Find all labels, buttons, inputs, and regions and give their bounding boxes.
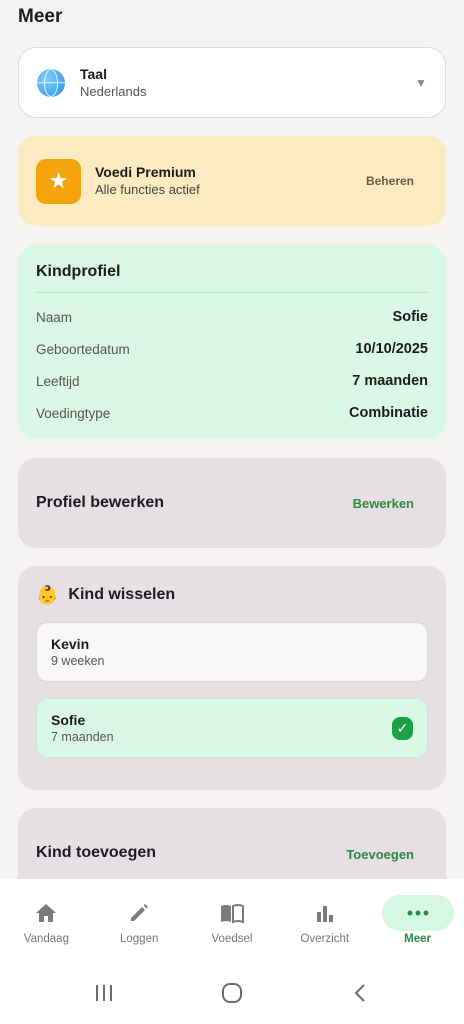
nav-label: Vandaag (23, 933, 69, 945)
child-profile-card: Kindprofiel Naam Sofie Geboortedatum 10/… (18, 244, 446, 439)
profile-row-birthdate: Geboortedatum 10/10/2025 (36, 333, 428, 365)
language-label: Taal (80, 65, 107, 82)
add-child-button[interactable]: Toevoegen (332, 841, 428, 868)
recent-apps-icon[interactable] (84, 978, 124, 1008)
page-title: Meer (18, 6, 63, 27)
premium-card: ★ Voedi Premium Alle functies actief Beh… (18, 136, 446, 226)
checkmark-icon: ✓ (392, 716, 413, 740)
edit-profile-button[interactable]: Bewerken (339, 490, 428, 517)
child-age: 7 maanden (51, 729, 114, 744)
pencil-icon (103, 895, 175, 931)
child-profile-title: Kindprofiel (36, 263, 121, 280)
profile-row-feeding-type: Voedingtype Combinatie (36, 397, 428, 429)
profile-row-label: Naam (36, 309, 73, 325)
profile-row-value: 10/10/2025 (355, 341, 428, 357)
bottom-navigation: Vandaag Loggen Voedsel Overzicht Meer (0, 879, 464, 961)
add-child-title: Kind toevoegen (36, 844, 157, 861)
home-icon (10, 895, 82, 931)
language-selector[interactable]: Taal Nederlands ▼ (18, 47, 446, 118)
profile-row-age: Leeftijd 7 maanden (36, 365, 428, 397)
nav-item-meer[interactable]: Meer (373, 895, 463, 961)
bar-chart-icon (289, 895, 361, 931)
nav-item-voedsel[interactable]: Voedsel (187, 895, 277, 961)
edit-profile-card: Profiel bewerken Bewerken (18, 458, 446, 548)
baby-icon: 👶 (36, 584, 59, 605)
manage-premium-button[interactable]: Beheren (352, 168, 428, 194)
divider (36, 292, 428, 293)
book-icon (196, 895, 268, 931)
child-name: Kevin (51, 635, 90, 652)
globe-icon (37, 68, 65, 97)
profile-row-label: Leeftijd (36, 373, 80, 389)
chevron-down-icon[interactable]: ▼ (415, 76, 427, 90)
nav-item-overzicht[interactable]: Overzicht (280, 895, 370, 961)
switch-child-title: Kind wisselen (68, 586, 176, 603)
more-icon (381, 895, 454, 931)
child-item-kevin[interactable]: Kevin 9 weeken (36, 622, 428, 682)
nav-label: Voedsel (211, 933, 253, 945)
nav-label: Meer (404, 933, 431, 945)
child-name: Sofie (51, 711, 86, 728)
home-button-icon[interactable] (212, 978, 252, 1008)
nav-item-vandaag[interactable]: Vandaag (1, 895, 91, 961)
switch-child-card: 👶 Kind wisselen Kevin 9 weeken Sofie 7 m… (18, 566, 446, 790)
profile-row-name: Naam Sofie (36, 301, 428, 333)
system-navigation-bar (0, 961, 464, 1024)
nav-label: Overzicht (300, 933, 350, 945)
nav-item-loggen[interactable]: Loggen (94, 895, 184, 961)
profile-row-value: Combinatie (349, 405, 428, 421)
child-age: 9 weeken (51, 653, 105, 668)
profile-row-label: Geboortedatum (36, 341, 130, 357)
profile-row-value: Sofie (392, 309, 428, 325)
back-icon[interactable] (340, 978, 380, 1008)
edit-profile-title: Profiel bewerken (36, 494, 165, 511)
language-value: Nederlands (80, 83, 147, 99)
nav-label: Loggen (120, 933, 159, 945)
premium-title: Voedi Premium (95, 164, 196, 180)
child-item-sofie[interactable]: Sofie 7 maanden ✓ (36, 698, 428, 758)
premium-subtitle: Alle functies actief (95, 182, 200, 197)
profile-row-value: 7 maanden (352, 373, 428, 389)
star-icon: ★ (36, 158, 81, 204)
profile-row-label: Voedingtype (36, 405, 111, 421)
